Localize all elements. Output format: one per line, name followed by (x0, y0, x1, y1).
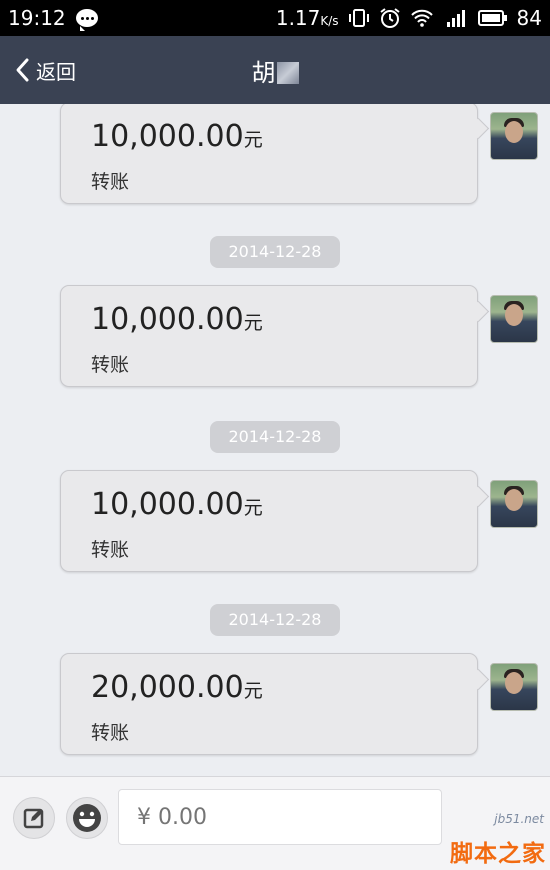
emoji-button[interactable] (66, 797, 108, 839)
transfer-message-bubble[interactable]: 20,000.00元 转账 (60, 653, 478, 755)
chat-notification-icon (75, 9, 98, 31)
amount-input-box[interactable] (118, 789, 442, 845)
note-button[interactable] (13, 797, 55, 839)
transfer-label: 转账 (91, 354, 130, 376)
chevron-left-icon (16, 58, 29, 82)
transfer-input-bar (0, 776, 550, 870)
transfer-label: 转账 (91, 171, 130, 193)
transfer-message-bubble[interactable]: 10,000.00元 转账 (60, 470, 478, 572)
back-button[interactable]: 返回 (0, 36, 76, 104)
wifi-icon (410, 9, 433, 27)
user-avatar[interactable] (490, 112, 538, 160)
edit-icon (23, 808, 44, 829)
redacted-name-block (276, 61, 299, 84)
clock-time: 19:12 (8, 6, 66, 30)
transfer-amount: 10,000.00元 (91, 302, 263, 337)
battery-icon (477, 10, 507, 26)
transfer-amount: 20,000.00元 (91, 670, 263, 705)
user-avatar[interactable] (490, 295, 538, 343)
transfer-message-bubble[interactable]: 10,000.00元 转账 (60, 104, 478, 204)
user-avatar[interactable] (490, 663, 538, 711)
signal-3g-icon (446, 10, 465, 27)
transfer-amount: 10,000.00元 (91, 487, 263, 522)
transfer-label: 转账 (91, 722, 130, 744)
message-list[interactable]: 10,000.00元 转账 2014-12-28 10,000.00元 转账 2… (0, 104, 550, 776)
date-divider: 2014-12-28 (210, 421, 340, 453)
transfer-label: 转账 (91, 539, 130, 561)
network-speed: 1.17K/s (275, 6, 339, 30)
alarm-icon (379, 8, 400, 28)
transfer-amount: 10,000.00元 (91, 119, 263, 154)
smiley-icon (73, 804, 101, 832)
back-label: 返回 (36, 59, 76, 84)
vibrate-icon (348, 9, 369, 27)
status-bar: 19:12 1.17K/s 84 (0, 0, 550, 36)
date-divider: 2014-12-28 (210, 604, 340, 636)
chat-title: 胡 (0, 53, 550, 88)
chat-header: 返回 胡 (0, 36, 550, 104)
amount-input[interactable] (137, 804, 397, 830)
battery-level: 84 (516, 6, 542, 30)
user-avatar[interactable] (490, 480, 538, 528)
transfer-message-bubble[interactable]: 10,000.00元 转账 (60, 285, 478, 387)
date-divider: 2014-12-28 (210, 236, 340, 268)
